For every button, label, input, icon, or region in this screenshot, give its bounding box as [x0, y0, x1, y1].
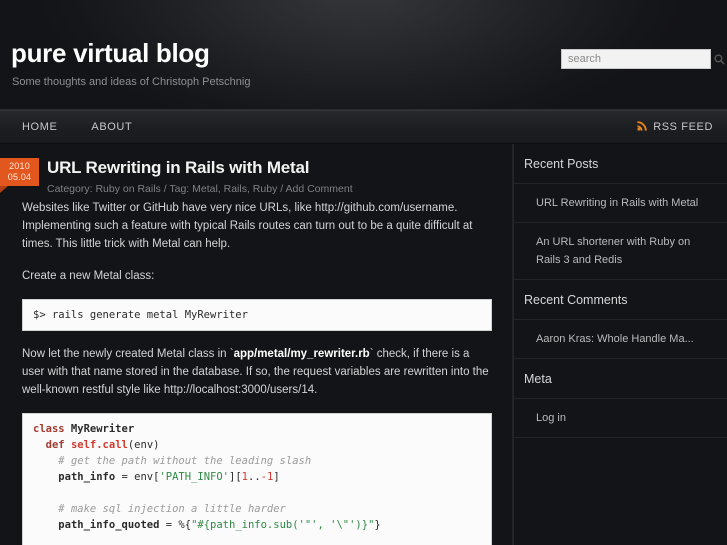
widget-meta: Meta Log in — [514, 359, 727, 438]
search-input[interactable] — [562, 50, 714, 68]
code-string-path-info: 'PATH_INFO' — [159, 471, 230, 483]
post-date-day: 05.04 — [7, 172, 32, 182]
nav-item-about[interactable]: ABOUT — [79, 110, 144, 144]
search-icon[interactable] — [714, 50, 727, 68]
code-comment-2: # make sql injection a little harder — [58, 503, 286, 515]
para3-file-path: app/metal/my_rewriter.rb — [233, 348, 370, 360]
code-var-path-info-quoted: path_info_quoted — [58, 519, 160, 531]
page-root: pure virtual blog Some thoughts and idea… — [0, 0, 727, 545]
main-navigation: HOME ABOUT RSS FEED — [0, 110, 727, 144]
code-block-ruby: class MyRewriter def self.call(env) # ge… — [22, 413, 492, 545]
nav-item-home[interactable]: HOME — [10, 110, 69, 144]
widget-recent-posts: Recent Posts URL Rewriting in Rails with… — [514, 144, 727, 280]
code-keyword-def: def — [45, 439, 65, 451]
post-paragraph-3: Now let the newly created Metal class in… — [22, 345, 492, 399]
post-paragraph-2: Create a new Metal class: — [22, 270, 155, 282]
code-keyword-class: class — [33, 423, 65, 435]
widget-recent-comments: Recent Comments Aaron Kras: Whole Handle… — [514, 280, 727, 359]
code-comment-1: # get the path without the leading slash — [58, 455, 312, 467]
code-var-path-info: path_info — [58, 471, 116, 483]
rss-feed-label: RSS FEED — [653, 121, 713, 133]
code-method-name: self.call — [70, 439, 128, 451]
list-item[interactable]: Log in — [514, 399, 727, 437]
code-op-2: = %{ — [159, 519, 192, 531]
list-item[interactable]: Aaron Kras: Whole Handle Ma... — [514, 320, 727, 358]
site-title[interactable]: pure virtual blog — [11, 38, 210, 69]
post-title[interactable]: URL Rewriting in Rails with Metal — [47, 158, 492, 178]
post-date-year: 2010 — [9, 161, 30, 171]
list-item[interactable]: An URL shortener with Ruby on Rails 3 an… — [514, 223, 727, 279]
page-body: 2010 05.04 URL Rewriting in Rails with M… — [0, 144, 727, 545]
code-brace-close: } — [374, 519, 381, 531]
widget-title-meta: Meta — [514, 359, 727, 399]
code-number-minus1: -1 — [260, 471, 274, 483]
sidebar: Recent Posts URL Rewriting in Rails with… — [513, 144, 727, 545]
code-bracket-2: ] — [273, 471, 280, 483]
site-tagline: Some thoughts and ideas of Christoph Pet… — [12, 76, 251, 88]
code-op-1: = env[ — [115, 471, 160, 483]
code-class-name: MyRewriter — [64, 423, 135, 435]
post-body: Websites like Twitter or GitHub have ver… — [0, 199, 512, 545]
widget-title-recent-comments: Recent Comments — [514, 280, 727, 320]
rss-feed-link[interactable]: RSS FEED — [637, 118, 713, 136]
rss-icon — [637, 118, 648, 136]
site-header: pure virtual blog Some thoughts and idea… — [0, 0, 727, 110]
code-bracket-1: ][ — [229, 471, 242, 483]
search-box[interactable] — [561, 49, 725, 69]
post-date-badge: 2010 05.04 — [0, 158, 39, 193]
para3-text-a: Now let the newly created Metal class in… — [22, 348, 234, 360]
post-paragraph-1: Websites like Twitter or GitHub have ver… — [22, 202, 473, 250]
code-method-args: (env) — [127, 439, 160, 451]
code-range-op: .. — [248, 471, 261, 483]
post-header: 2010 05.04 URL Rewriting in Rails with M… — [0, 144, 512, 199]
widget-title-recent-posts: Recent Posts — [514, 144, 727, 184]
code-block-shell: $> rails generate metal MyRewriter — [22, 299, 492, 331]
post-meta[interactable]: Category: Ruby on Rails / Tag: Metal, Ra… — [47, 183, 492, 195]
main-content: 2010 05.04 URL Rewriting in Rails with M… — [0, 144, 513, 545]
code-string-interp: "#{path_info.sub('"', '\"')}" — [191, 519, 375, 531]
list-item[interactable]: URL Rewriting in Rails with Metal — [514, 184, 727, 223]
